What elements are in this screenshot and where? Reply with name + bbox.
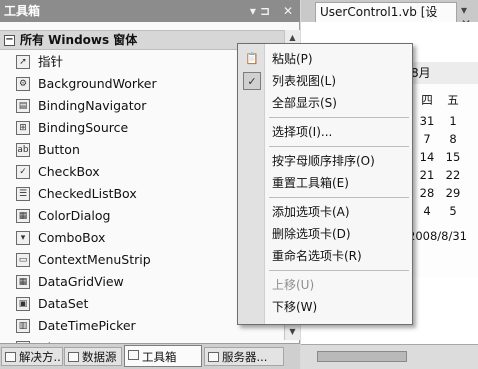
tool-item-label: DataSet	[38, 296, 89, 311]
background-worker-icon: ⚙	[16, 77, 30, 91]
checkbox-icon: ✓	[16, 165, 30, 179]
server-explorer-icon	[208, 352, 219, 362]
tool-item-label: ColorDialog	[38, 208, 111, 223]
menu-item[interactable]: 下移(W)	[238, 296, 412, 318]
paste-icon: 📋	[245, 52, 259, 65]
menu-separator	[269, 146, 409, 147]
menu-item-label: 列表视图(L)	[272, 74, 337, 88]
calendar-day[interactable]: 29	[442, 186, 464, 200]
toolbox-title-bar: 工具箱 ▾ ⊐ ✕	[0, 0, 300, 22]
menu-item[interactable]: 添加选项卡(A)	[238, 201, 412, 223]
calendar-day[interactable]: 31	[416, 114, 438, 128]
calendar-day[interactable]: 5	[442, 204, 464, 218]
menu-item[interactable]: ✓ 列表视图(L)	[238, 70, 412, 92]
scroll-up-icon[interactable]: ▲	[287, 32, 298, 43]
calendar-day[interactable]: 22	[442, 168, 464, 182]
color-dialog-icon: ▦	[16, 209, 30, 223]
menu-item-label: 重置工具箱(E)	[272, 176, 349, 190]
check-icon: ✓	[243, 72, 261, 90]
editor-horizontal-scrollbar[interactable]	[301, 344, 478, 369]
bottom-tab-label: 数据源	[82, 350, 117, 364]
bottom-tab-label: 解决方...	[19, 350, 63, 364]
calendar-day[interactable]: 14	[416, 150, 438, 164]
scrollbar-thumb[interactable]	[317, 351, 407, 362]
solution-explorer-icon	[5, 352, 16, 362]
editor-tab-label: UserControl1.vb [设	[320, 5, 438, 19]
calendar-day[interactable]: 15	[442, 150, 464, 164]
bottom-tab[interactable]: 工具箱	[124, 345, 202, 367]
tool-item-label: CheckedListBox	[38, 186, 137, 201]
collapse-icon[interactable]: −	[4, 35, 15, 46]
menu-item[interactable]: 📋 粘贴(P)	[238, 48, 412, 70]
calendar-day[interactable]: 8	[442, 132, 464, 146]
tool-item-label: ComboBox	[38, 230, 106, 245]
calendar-today-label[interactable]: 2008/8/31	[408, 229, 467, 243]
menu-item[interactable]: 选择项(I)...	[238, 121, 412, 143]
menu-item-label: 删除选项卡(D)	[272, 227, 351, 241]
editor-tab-strip: UserControl1.vb [设 ▾ ✕	[301, 0, 478, 31]
dataset-icon: ▣	[16, 297, 30, 311]
menu-item-label: 下移(W)	[272, 300, 318, 314]
menu-item[interactable]: 重置工具箱(E)	[238, 172, 412, 194]
calendar-day[interactable]: 21	[416, 168, 438, 182]
bottom-tab[interactable]: 解决方...	[1, 347, 63, 366]
menu-item-label: 按字母顺序排序(O)	[272, 154, 375, 168]
menu-separator	[269, 197, 409, 198]
menu-item: 上移(U)	[238, 274, 412, 296]
editor-tab-usercontrol1[interactable]: UserControl1.vb [设	[315, 2, 457, 22]
menu-item-label: 添加选项卡(A)	[272, 205, 350, 219]
tool-item-label: BindingNavigator	[38, 98, 147, 113]
menu-item[interactable]: 按字母顺序排序(O)	[238, 150, 412, 172]
scroll-down-icon[interactable]: ▼	[287, 326, 298, 337]
menu-item[interactable]: 全部显示(S)	[238, 92, 412, 114]
bottom-tab[interactable]: 服务器...	[204, 347, 284, 366]
data-grid-view-icon: ▦	[16, 275, 30, 289]
tool-item-label: BindingSource	[38, 120, 129, 135]
menu-item-label: 全部显示(S)	[272, 96, 337, 110]
toolbox-title: 工具箱	[4, 4, 41, 18]
menu-separator	[269, 117, 409, 118]
calendar-day[interactable]: 28	[416, 186, 438, 200]
menu-item-label: 选择项(I)...	[272, 125, 333, 139]
group-header-label: 所有 Windows 窗体	[20, 33, 138, 47]
combobox-icon: ▾	[16, 231, 30, 245]
pointer-icon: ➚	[16, 55, 30, 69]
bottom-tab-label: 服务器...	[222, 350, 268, 364]
calendar-day[interactable]: 7	[416, 132, 438, 146]
close-icon[interactable]: ✕	[280, 3, 296, 19]
pin-icon[interactable]: ▾ ⊐	[244, 3, 276, 19]
bottom-tab[interactable]: 数据源	[64, 347, 122, 366]
menu-item[interactable]: 重命名选项卡(R)	[238, 245, 412, 267]
menu-separator	[269, 270, 409, 271]
tool-item-label: CheckBox	[38, 164, 100, 179]
binding-navigator-icon: ▤	[16, 99, 30, 113]
data-sources-icon	[68, 352, 79, 362]
binding-source-icon: ⊞	[16, 121, 30, 135]
calendar-weekday-header: 四	[421, 93, 433, 107]
context-menu-strip-icon: ▭	[16, 253, 30, 267]
tool-item-label: 指针	[38, 54, 64, 69]
date-time-picker-icon: ▥	[16, 319, 30, 333]
calendar-weekday-header: 五	[447, 93, 459, 107]
tool-item-label: BackgroundWorker	[38, 76, 157, 91]
tool-item-label: DateTimePicker	[38, 318, 136, 333]
calendar-day[interactable]: 1	[442, 114, 464, 128]
button-icon: ab	[16, 143, 30, 157]
bottom-tab-label: 工具箱	[142, 350, 177, 364]
tool-item-label: Button	[38, 142, 80, 157]
toolbox-icon	[128, 350, 139, 360]
menu-item-label: 重命名选项卡(R)	[272, 249, 362, 263]
tool-item-label: ContextMenuStrip	[38, 252, 151, 267]
menu-item-label: 上移(U)	[272, 278, 315, 292]
checked-listbox-icon: ☰	[16, 187, 30, 201]
tool-item-label: DataGridView	[38, 274, 124, 289]
bottom-tab-strip: 解决方... 数据源 工具箱 服务器...	[0, 343, 300, 369]
menu-item[interactable]: 删除选项卡(D)	[238, 223, 412, 245]
toolbox-context-menu: 📋 粘贴(P) ✓ 列表视图(L) 全部显示(S) 选择项(I)... 按字母顺序排序(O)…	[237, 43, 413, 325]
menu-item-label: 粘贴(P)	[272, 52, 313, 66]
calendar-day[interactable]: 4	[416, 204, 438, 218]
